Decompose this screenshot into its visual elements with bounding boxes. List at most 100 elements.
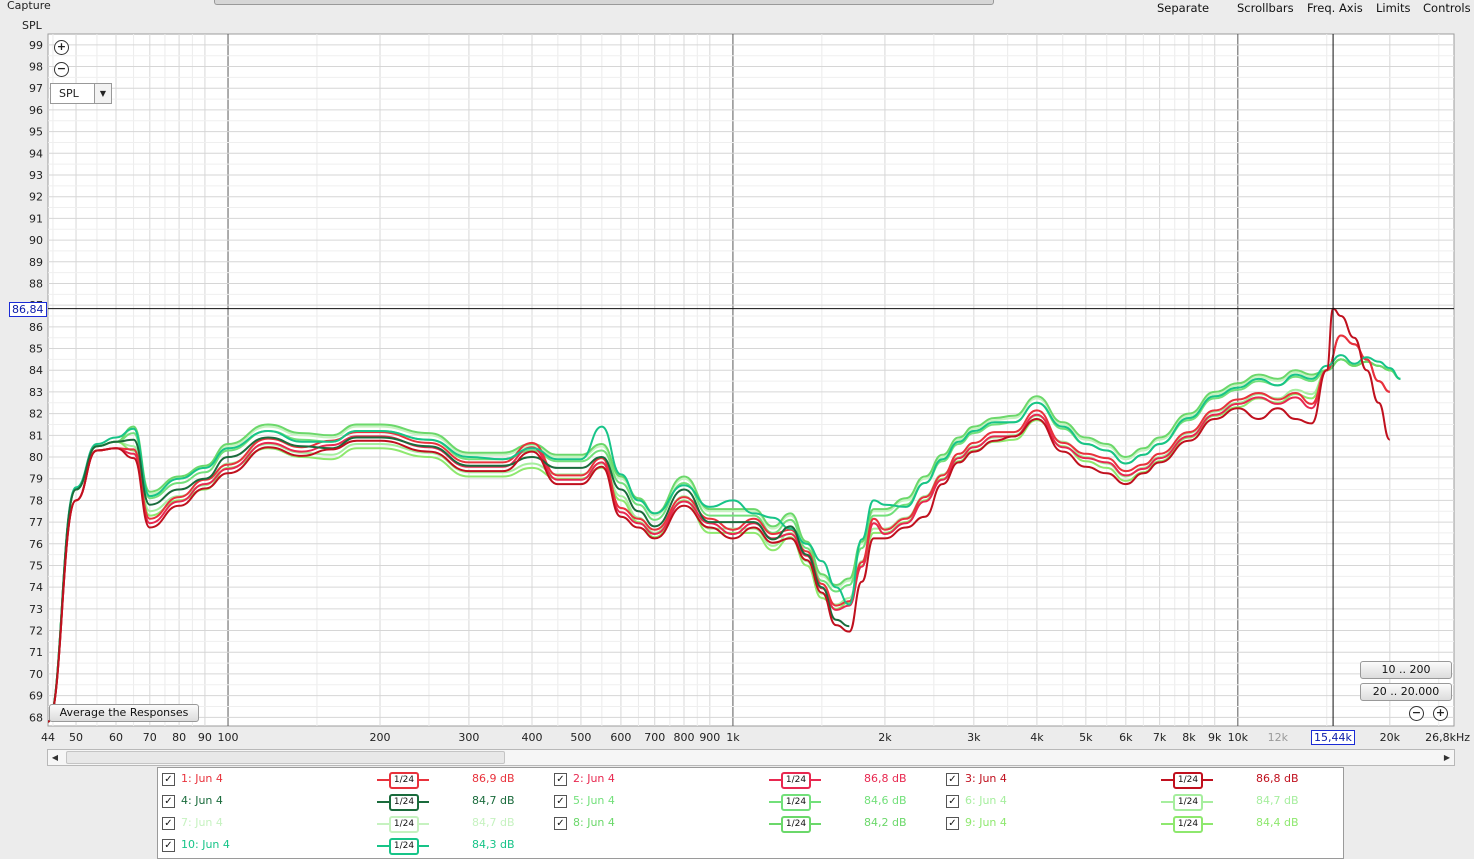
y-tick-label: 92 — [29, 191, 43, 204]
graph-tabs-strip[interactable] — [214, 0, 994, 5]
y-tick-label: 74 — [29, 581, 43, 594]
legend-checkbox[interactable]: ✓ — [946, 817, 959, 830]
y-tick-label: 82 — [29, 408, 43, 421]
x-tick-label: 10k — [1228, 731, 1249, 744]
y-tick-label: 97 — [29, 82, 43, 95]
controls-button[interactable]: Controls — [1423, 1, 1471, 15]
legend-smoothing-button[interactable]: 1/24 — [769, 816, 821, 833]
x-tick-label: 8k — [1182, 731, 1196, 744]
legend-name[interactable]: 3: Jun 4 — [965, 772, 1007, 785]
legend-name[interactable]: 2: Jun 4 — [573, 772, 615, 785]
legend-smoothing-button[interactable]: 1/24 — [769, 772, 821, 789]
x-cursor-readout: 15,44k — [1311, 730, 1355, 745]
x-tick-label: 26,8kHz — [1425, 731, 1470, 744]
separate-button[interactable]: Separate — [1157, 1, 1209, 15]
legend-name[interactable]: 7: Jun 4 — [181, 816, 223, 829]
y-tick-label: 95 — [29, 126, 43, 139]
x-zoom-out-icon[interactable]: − — [1409, 706, 1424, 721]
legend-value: 84,2 dB — [864, 816, 907, 829]
x-zoom-in-icon[interactable]: + — [1433, 706, 1448, 721]
legend-smoothing-button[interactable]: 1/24 — [769, 794, 821, 811]
range-10-200-button[interactable]: 10 .. 200 — [1360, 661, 1452, 679]
legend-name[interactable]: 5: Jun 4 — [573, 794, 615, 807]
frequency-response-chart[interactable]: 6869707172737475767778798081828384858687… — [0, 28, 1474, 748]
legend-checkbox[interactable]: ✓ — [162, 795, 175, 808]
y-tick-label: 99 — [29, 39, 43, 52]
legend-smoothing-button[interactable]: 1/24 — [377, 838, 429, 855]
y-tick-label: 85 — [29, 343, 43, 356]
y-tick-label: 70 — [29, 668, 43, 681]
left-arrow-icon[interactable]: ◀ — [48, 750, 62, 765]
scrollbars-button[interactable]: Scrollbars — [1237, 1, 1294, 15]
y-tick-label: 98 — [29, 61, 43, 74]
legend-name[interactable]: 4: Jun 4 — [181, 794, 223, 807]
legend-checkbox[interactable]: ✓ — [162, 817, 175, 830]
legend-name[interactable]: 1: Jun 4 — [181, 772, 223, 785]
y-tick-label: 79 — [29, 473, 43, 486]
range-20-20000-button[interactable]: 20 .. 20.000 — [1360, 683, 1452, 701]
x-tick-label: 9k — [1208, 731, 1222, 744]
y-tick-label: 83 — [29, 386, 43, 399]
legend-name[interactable]: 6: Jun 4 — [965, 794, 1007, 807]
limits-button[interactable]: Limits — [1376, 1, 1411, 15]
legend-smoothing-label: 1/24 — [1173, 816, 1203, 833]
legend-smoothing-button[interactable]: 1/24 — [1161, 772, 1213, 789]
legend-value: 84,4 dB — [1256, 816, 1299, 829]
x-tick-label: 4k — [1030, 731, 1044, 744]
scrollbar-thumb[interactable] — [66, 751, 505, 764]
y-axis-ticks: 6869707172737475767778798081828384858687… — [29, 39, 43, 724]
legend-value: 84,7 dB — [472, 794, 515, 807]
legend-smoothing-label: 1/24 — [781, 772, 811, 789]
x-tick-label: 6k — [1119, 731, 1133, 744]
x-tick-label: 50 — [69, 731, 83, 744]
spl-select[interactable]: SPL ▼ — [50, 83, 112, 104]
right-arrow-icon[interactable]: ▶ — [1440, 750, 1454, 765]
y-tick-label: 71 — [29, 646, 43, 659]
zoom-out-icon[interactable]: − — [54, 62, 69, 77]
legend-checkbox[interactable]: ✓ — [554, 817, 567, 830]
x-tick-label: 80 — [172, 731, 186, 744]
legend-smoothing-button[interactable]: 1/24 — [377, 794, 429, 811]
x-tick-label: 1k — [726, 731, 740, 744]
legend-checkbox[interactable]: ✓ — [946, 795, 959, 808]
x-tick-label: 7k — [1153, 731, 1167, 744]
legend-checkbox[interactable]: ✓ — [554, 795, 567, 808]
legend-value: 86,8 dB — [864, 772, 907, 785]
legend-smoothing-label: 1/24 — [389, 816, 419, 833]
x-tick-label: 800 — [673, 731, 694, 744]
y-tick-label: 96 — [29, 104, 43, 117]
zoom-in-icon[interactable]: + — [54, 40, 69, 55]
x-tick-label: 44 — [41, 731, 55, 744]
legend-checkbox[interactable]: ✓ — [946, 773, 959, 786]
legend-checkbox[interactable]: ✓ — [554, 773, 567, 786]
legend-smoothing-button[interactable]: 1/24 — [377, 816, 429, 833]
horizontal-scrollbar[interactable]: ◀ ▶ — [47, 749, 1455, 766]
freq-axis-button[interactable]: Freq. Axis — [1307, 1, 1363, 15]
x-tick-label: 60 — [109, 731, 123, 744]
legend-smoothing-button[interactable]: 1/24 — [1161, 794, 1213, 811]
legend-value: 84,3 dB — [472, 838, 515, 851]
x-tick-label: 700 — [644, 731, 665, 744]
x-tick-label: 2k — [878, 731, 892, 744]
legend-smoothing-label: 1/24 — [1173, 772, 1203, 789]
legend-smoothing-label: 1/24 — [389, 794, 419, 811]
x-tick-label: 12k — [1268, 731, 1289, 744]
legend-name[interactable]: 8: Jun 4 — [573, 816, 615, 829]
legend-smoothing-button[interactable]: 1/24 — [377, 772, 429, 789]
y-tick-label: 77 — [29, 516, 43, 529]
x-tick-label: 3k — [967, 731, 981, 744]
legend-name[interactable]: 10: Jun 4 — [181, 838, 230, 851]
capture-button[interactable]: Capture — [7, 0, 51, 12]
average-responses-button[interactable]: Average the Responses — [49, 704, 199, 722]
legend-smoothing-button[interactable]: 1/24 — [1161, 816, 1213, 833]
legend-value: 86,9 dB — [472, 772, 515, 785]
legend-name[interactable]: 9: Jun 4 — [965, 816, 1007, 829]
y-tick-label: 90 — [29, 234, 43, 247]
y-cursor-readout: 86,84 — [9, 302, 47, 317]
plot-area[interactable] — [47, 33, 1455, 727]
x-tick-label: 500 — [570, 731, 591, 744]
legend-smoothing-label: 1/24 — [781, 794, 811, 811]
legend-smoothing-label: 1/24 — [389, 772, 419, 789]
x-tick-label: 5k — [1079, 731, 1093, 744]
legend-checkbox[interactable]: ✓ — [162, 773, 175, 786]
